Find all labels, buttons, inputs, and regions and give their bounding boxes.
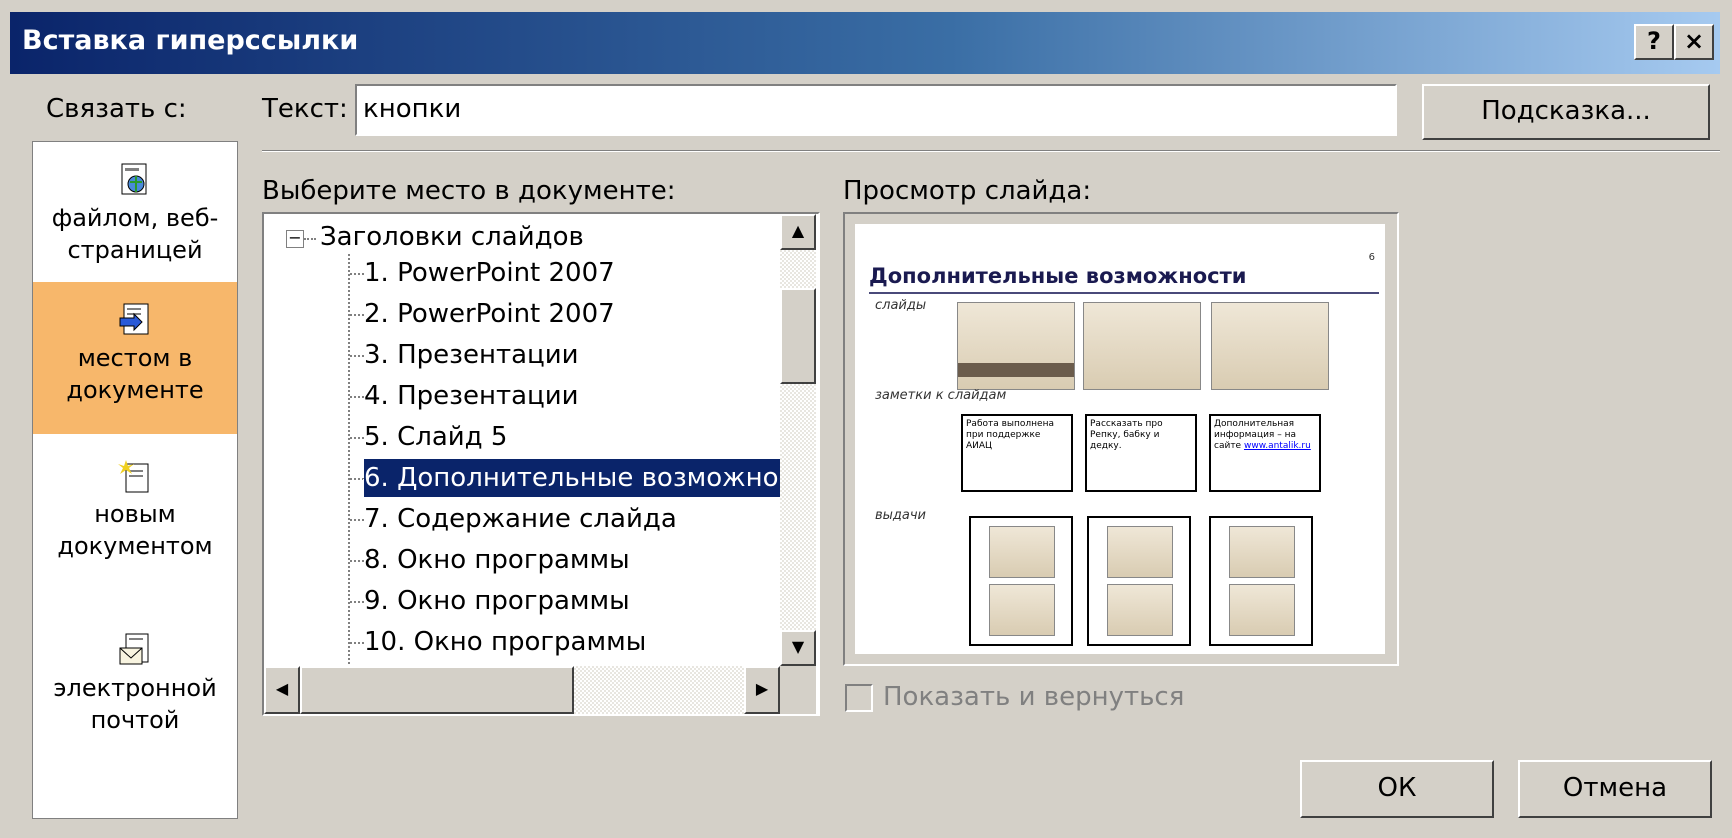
slide-title: Дополнительные возможности xyxy=(869,264,1247,288)
close-button[interactable]: × xyxy=(1674,24,1714,60)
collapse-icon[interactable]: − xyxy=(286,230,304,248)
tree-item[interactable]: 5. Слайд 5 xyxy=(364,418,507,456)
vertical-scrollbar[interactable] xyxy=(780,214,816,666)
tree-line xyxy=(350,601,364,603)
mini-slide-image xyxy=(1229,526,1295,578)
tree-root[interactable]: Заголовки слайдов xyxy=(320,218,584,256)
tree-line xyxy=(350,519,364,521)
note-box: Работа выполнена при поддержке АИАЦ xyxy=(961,414,1073,492)
link-to-label-line1: электронной xyxy=(53,674,217,702)
tree-line xyxy=(350,396,364,398)
tree-line xyxy=(350,273,364,275)
insert-hyperlink-dialog: Вставка гиперссылки ? × Связать с: файло… xyxy=(0,0,1732,838)
show-and-return-label: Показать и вернуться xyxy=(883,682,1185,712)
mini-slide-image xyxy=(1229,584,1295,636)
text-field-label: Текст: xyxy=(262,94,348,124)
preview-label: Просмотр слайда: xyxy=(843,176,1092,206)
scroll-right-button[interactable]: ▶ xyxy=(744,666,780,714)
mini-slide-image xyxy=(1107,584,1173,636)
tree-item[interactable]: 9. Окно программы xyxy=(364,582,630,620)
slide-thumbnail: 6 Дополнительные возможности слайды заме… xyxy=(855,224,1385,654)
tree-item[interactable]: 2. PowerPoint 2007 xyxy=(364,295,615,333)
link-to-new-document[interactable]: новым документом xyxy=(33,458,237,608)
link-to-place-in-document[interactable]: местом в документе xyxy=(33,282,237,434)
mini-slide-image xyxy=(1107,526,1173,578)
tree-item[interactable]: 4. Презентации xyxy=(364,377,579,415)
mini-slide-image xyxy=(1211,302,1329,390)
handout-page xyxy=(1087,516,1191,646)
slide-number: 6 xyxy=(1368,252,1375,263)
scroll-down-button[interactable]: ▼ xyxy=(780,630,816,666)
tree-item[interactable]: 7. Содержание слайда xyxy=(364,500,677,538)
link-to-label-line2: страницей xyxy=(67,236,203,264)
slide-row-label: слайды xyxy=(875,298,927,313)
place-tree[interactable]: − Заголовки слайдов 1. PowerPoint 2007 2.… xyxy=(262,212,820,716)
tree-item[interactable]: 8. Окно программы xyxy=(364,541,630,579)
tree-item[interactable]: 3. Презентации xyxy=(364,336,579,374)
vertical-scroll-thumb[interactable] xyxy=(780,288,816,384)
tree-line xyxy=(350,642,364,644)
title-bar[interactable]: Вставка гиперссылки ? × xyxy=(10,12,1720,74)
mini-slide-image xyxy=(1083,302,1201,390)
web-page-icon xyxy=(121,163,147,195)
hint-button[interactable]: Подсказка... xyxy=(1422,84,1710,140)
handout-page xyxy=(969,516,1073,646)
slide-preview: 6 Дополнительные возможности слайды заме… xyxy=(843,212,1399,666)
tree-line xyxy=(304,238,316,240)
new-document-icon xyxy=(118,460,149,493)
scroll-corner xyxy=(780,666,816,714)
link-to-label-line1: файлом, веб- xyxy=(51,204,219,232)
text-input[interactable]: кнопки xyxy=(355,84,1397,136)
slide-title-rule xyxy=(869,292,1379,294)
ok-button[interactable]: ОК xyxy=(1300,760,1494,818)
link-to-label-line2: документом xyxy=(57,532,213,560)
note-link: www.antalik.ru xyxy=(1243,441,1311,451)
mini-slide-image xyxy=(989,526,1055,578)
horizontal-scroll-thumb[interactable] xyxy=(300,666,574,714)
email-icon xyxy=(119,633,149,665)
note-box: Дополнительная информация – на сайте www… xyxy=(1209,414,1321,492)
tree-item[interactable]: 1. PowerPoint 2007 xyxy=(364,254,615,292)
mini-slide-band xyxy=(958,363,1074,377)
tree-line xyxy=(350,437,364,439)
slide-row-label: заметки к слайдам xyxy=(875,388,1007,403)
scroll-left-button[interactable]: ◀ xyxy=(264,666,300,714)
handout-page xyxy=(1209,516,1313,646)
link-to-label-line1: новым xyxy=(94,500,176,528)
help-button[interactable]: ? xyxy=(1634,24,1674,60)
show-and-return-checkbox[interactable] xyxy=(845,683,873,712)
place-in-document-icon xyxy=(119,303,149,335)
dialog-title: Вставка гиперссылки xyxy=(22,25,359,56)
link-to-label-line2: документе xyxy=(66,376,204,404)
separator xyxy=(262,150,1720,152)
show-and-return-option[interactable]: Показать и вернуться xyxy=(845,682,1184,712)
tree-item[interactable]: 10. Окно программы xyxy=(364,623,646,661)
tree-line xyxy=(350,355,364,357)
tree-item[interactable]: 6. Дополнительные возможнос xyxy=(363,458,794,498)
tree-line xyxy=(350,478,364,480)
link-to-label-line1: местом в xyxy=(77,344,193,372)
link-to-email[interactable]: электронной почтой xyxy=(33,632,237,782)
cancel-button[interactable]: Отмена xyxy=(1518,760,1712,818)
slide-row-label: выдачи xyxy=(875,508,927,523)
mini-slide-image xyxy=(989,584,1055,636)
tree-line xyxy=(350,560,364,562)
link-to-bar: файлом, веб- страницей местом в документ… xyxy=(32,141,238,819)
link-to-label-line2: почтой xyxy=(90,706,180,734)
mini-slide-image xyxy=(957,302,1075,390)
link-to-label: Связать с: xyxy=(46,94,187,124)
scroll-up-button[interactable]: ▲ xyxy=(780,214,816,250)
note-box: Рассказать про Репку, бабку и дедку. xyxy=(1085,414,1197,492)
tree-line xyxy=(350,314,364,316)
place-label: Выберите место в документе: xyxy=(262,176,676,206)
